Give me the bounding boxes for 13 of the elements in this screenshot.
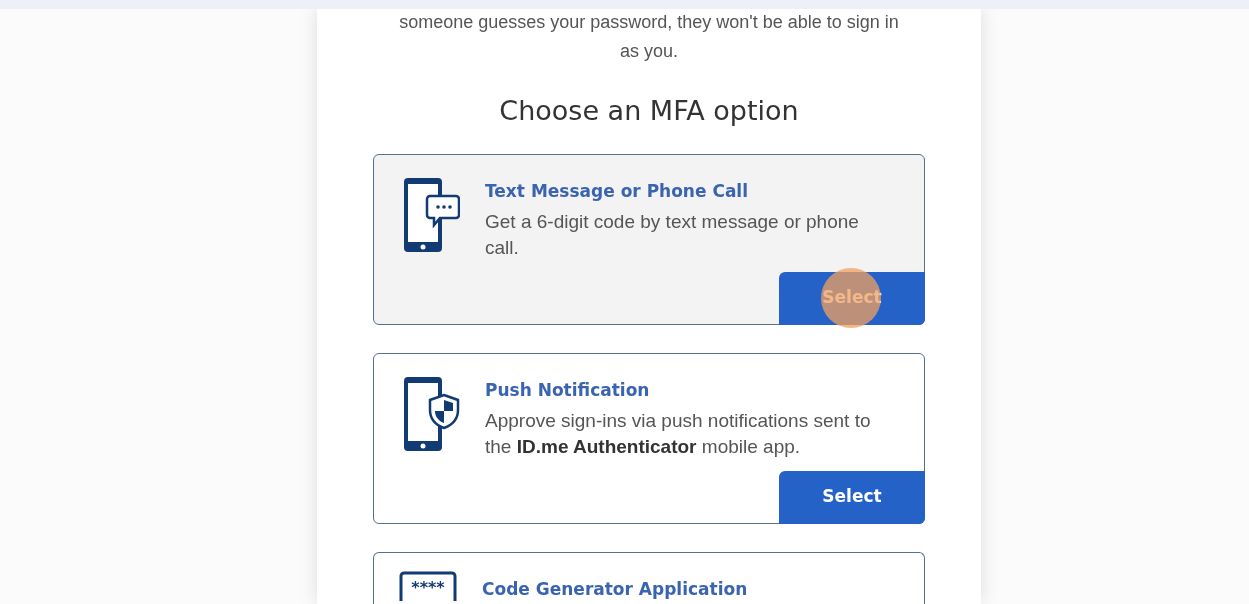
option-title: Push Notification	[485, 378, 651, 402]
option-card[interactable]: **** Code Generator Application	[373, 551, 925, 604]
option-title: Code Generator Application	[482, 577, 748, 601]
option-title: Text Message or Phone Call	[485, 179, 750, 203]
option-description: Get a 6-digit code by text message or phone call.	[485, 209, 860, 260]
section-heading: Choose an MFA option	[499, 94, 799, 128]
option-card[interactable]: Push Notification Approve sign-ins via push notifications sent to the ID.me Authenticator mobile app. Select	[373, 352, 925, 524]
phone-shield-icon	[401, 374, 460, 453]
phone-chat-icon	[401, 175, 460, 254]
intro-text: someone guesses your password, they won't be able to sign in as you.	[398, 11, 900, 63]
select-button[interactable]: Select	[779, 470, 925, 524]
option-description: Approve sign-ins via push notifications sent to the ID.me Authenticator mobile app.	[485, 408, 872, 459]
password-field-icon: ****	[398, 570, 457, 601]
